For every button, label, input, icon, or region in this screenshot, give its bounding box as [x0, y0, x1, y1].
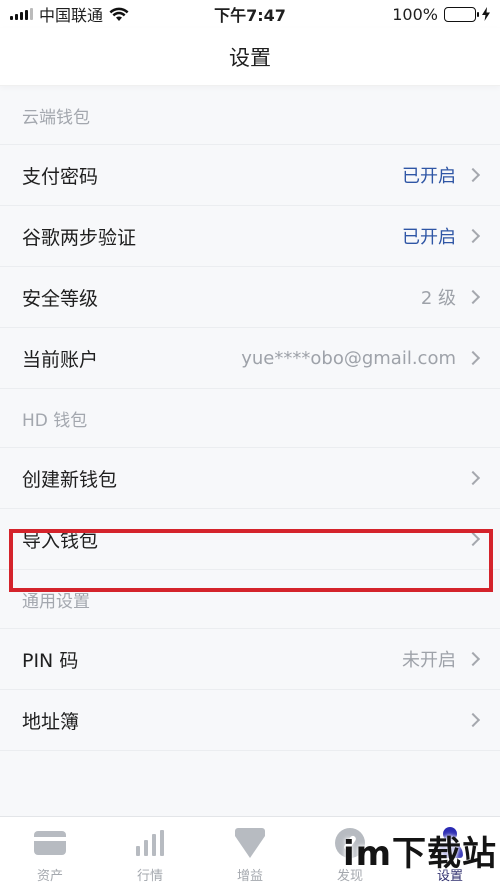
section-header-hd-wallet: HD 钱包 [22, 410, 88, 431]
row-label: 当前账户 [22, 348, 99, 371]
tab-label: 行情 [136, 869, 163, 884]
row-label: 导入钱包 [22, 529, 99, 552]
row-label: 创建新钱包 [22, 468, 118, 491]
settings-list: 云端钱包 支付密码 已开启 谷歌两步验证 已开启 安全等级 2 级 当前账户 y… [0, 86, 500, 816]
battery-icon [444, 6, 479, 22]
wallet-card-icon [34, 831, 66, 855]
chevron-right-icon [465, 350, 481, 366]
row-payment-password[interactable]: 支付密码 已开启 [0, 144, 500, 205]
row-current-account[interactable]: 当前账户 yue****obo@gmail.com [0, 327, 500, 388]
wifi-icon [109, 7, 129, 21]
section-header-general: 通用设置 [22, 591, 90, 612]
watermark-logo: im下载站 [342, 834, 498, 874]
row-label: 地址簿 [22, 710, 80, 733]
carrier-label: 中国联通 [39, 6, 104, 25]
status-bar: 中国联通 下午7:47 100% [0, 0, 500, 28]
row-pin-code[interactable]: PIN 码 未开启 [0, 628, 500, 689]
tab-earnings[interactable]: 增益 [200, 817, 300, 889]
row-label: PIN 码 [22, 649, 79, 672]
row-label: 谷歌两步验证 [22, 226, 137, 249]
charging-icon [482, 7, 490, 21]
nav-bar: 设置 [0, 28, 500, 86]
chevron-right-icon [465, 289, 481, 305]
row-google-2fa[interactable]: 谷歌两步验证 已开启 [0, 205, 500, 266]
row-security-level[interactable]: 安全等级 2 级 [0, 266, 500, 327]
row-label: 支付密码 [22, 165, 99, 188]
chevron-right-icon [465, 167, 481, 183]
tab-market[interactable]: 行情 [100, 817, 200, 889]
signal-icon [10, 8, 33, 20]
tab-label: 增益 [236, 869, 263, 884]
status-left: 中国联通 [10, 2, 129, 26]
row-import-wallet[interactable]: 导入钱包 [0, 508, 500, 569]
row-value: 未开启 [402, 650, 456, 671]
chevron-right-icon [465, 470, 481, 486]
tab-label: 资产 [36, 869, 63, 884]
row-value: yue****obo@gmail.com [241, 347, 456, 369]
chevron-right-icon [465, 531, 481, 547]
row-value: 2 级 [420, 288, 456, 309]
chevron-right-icon [465, 228, 481, 244]
row-address-book[interactable]: 地址簿 [0, 689, 500, 750]
page-title: 设置 [229, 45, 271, 70]
status-right: 100% [392, 5, 490, 24]
chevron-right-icon [465, 651, 481, 667]
diamond-icon [235, 828, 265, 858]
tab-assets[interactable]: 资产 [0, 817, 100, 889]
row-value: 已开启 [402, 166, 456, 187]
chevron-right-icon [465, 712, 481, 728]
row-label: 安全等级 [22, 287, 99, 310]
row-create-wallet[interactable]: 创建新钱包 [0, 447, 500, 508]
battery-percent: 100% [392, 4, 438, 24]
row-value: 已开启 [402, 227, 456, 248]
bar-chart-icon [136, 830, 164, 856]
section-header-cloud-wallet: 云端钱包 [22, 107, 90, 128]
row-partially-hidden[interactable] [0, 750, 500, 811]
